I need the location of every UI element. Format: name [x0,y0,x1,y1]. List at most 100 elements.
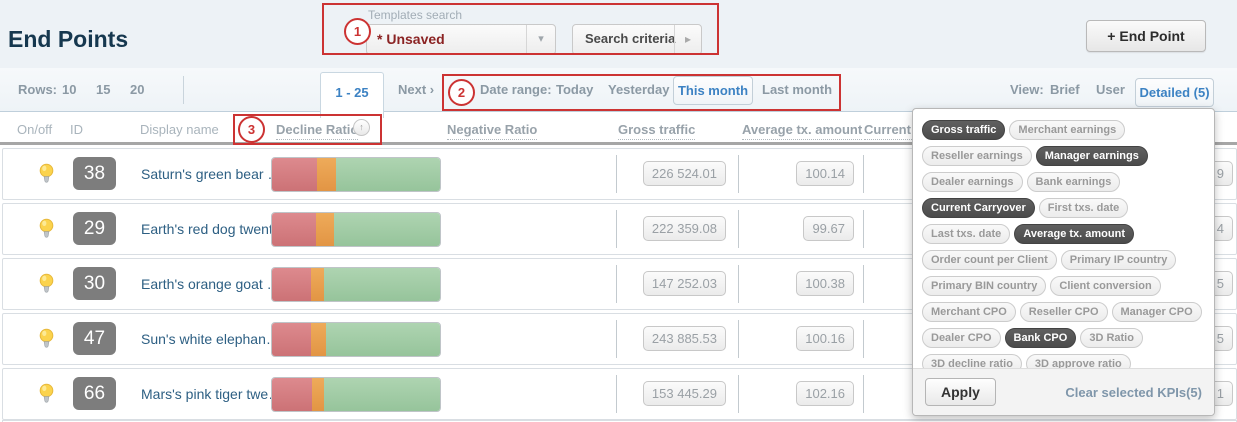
approve-segment [336,158,440,191]
add-end-point-button[interactable]: + End Point [1086,20,1206,52]
view-detailed-selected[interactable]: Detailed (5) [1135,78,1214,107]
date-range-this-month-selected[interactable]: This month [673,76,753,105]
pending-segment [316,213,334,246]
kpi-tag-primary-bin-country[interactable]: Primary BIN country [922,276,1046,296]
endpoint-display-name[interactable]: Earth's red dog twenty [141,221,280,237]
on-off-lightbulb-icon[interactable] [39,328,54,355]
kpi-tag-reseller-cpo[interactable]: Reseller CPO [1020,302,1108,322]
rows-option-10[interactable]: 10 [62,82,76,97]
column-header-negative-ratio[interactable]: Negative Ratio [447,122,537,140]
endpoint-display-name[interactable]: Sun's white elephan… [141,331,280,347]
decline-ratio-bar [271,267,441,302]
sort-up-arrow-icon[interactable]: ↑ [353,119,370,136]
on-off-lightbulb-icon[interactable] [39,163,54,190]
search-criteria-button[interactable]: Search criteria ▸ [572,24,702,55]
kpi-tag-last-txs-date[interactable]: Last txs. date [922,224,1010,244]
endpoint-display-name[interactable]: Earth's orange goat … [141,276,281,292]
kpi-tag-average-tx-amount[interactable]: Average tx. amount [1014,224,1134,244]
column-header-display-name: Display name [140,122,219,137]
cell-divider [863,320,864,358]
apply-button[interactable]: Apply [925,378,996,406]
kpi-tag-bank-earnings[interactable]: Bank earnings [1027,172,1121,192]
kpi-tag-current-carryover[interactable]: Current Carryover [922,198,1035,218]
approve-segment [334,213,440,246]
templates-search-dropdown[interactable]: * Unsaved ▾ [366,24,556,55]
rows-option-15[interactable]: 15 [96,82,110,97]
kpi-tag-manager-cpo[interactable]: Manager CPO [1112,302,1202,322]
endpoint-display-name[interactable]: Mars's pink tiger twe… [141,386,282,402]
kpi-tag-dealer-earnings[interactable]: Dealer earnings [922,172,1023,192]
kpi-tag-3d-decline-ratio[interactable]: 3D decline ratio [922,354,1022,369]
chevron-down-icon[interactable]: ▾ [526,25,555,54]
pending-segment [311,268,324,301]
date-range-last-month[interactable]: Last month [762,82,832,97]
templates-search-label: Templates search [368,8,462,22]
on-off-lightbulb-icon[interactable] [39,273,54,300]
decline-segment [272,268,311,301]
on-off-lightbulb-icon[interactable] [39,383,54,410]
kpi-tag-manager-earnings[interactable]: Manager earnings [1036,146,1148,166]
cell-divider [616,265,617,303]
view-brief[interactable]: Brief [1050,82,1080,97]
clear-selected-kpis-link[interactable]: Clear selected KPIs(5) [1065,385,1202,400]
search-criteria-label: Search criteria [585,31,675,46]
kpi-tag-first-txs-date[interactable]: First txs. date [1039,198,1129,218]
cell-divider [863,265,864,303]
kpi-tag-3d-ratio[interactable]: 3D Ratio [1080,328,1143,348]
endpoint-id-badge: 47 [73,322,116,355]
pagination-next-link[interactable]: Next › [398,82,434,97]
column-header-average-tx-amount[interactable]: Average tx. amount [742,122,862,140]
kpi-panel-footer: Apply Clear selected KPIs(5) [913,368,1214,415]
date-range-today[interactable]: Today [556,82,593,97]
gross-traffic-value: 147 252.03 [643,271,726,296]
cell-divider [863,155,864,193]
decline-ratio-bar [271,377,441,412]
approve-segment [326,323,440,356]
templates-search-selected: * Unsaved [377,31,445,47]
decline-segment [272,323,311,356]
decline-ratio-bar [271,322,441,357]
date-range-label: Date range: [480,82,552,97]
column-header-decline-ratio[interactable]: Decline Ratio [276,122,358,140]
cell-divider [738,210,739,248]
pending-segment [317,158,335,191]
kpi-tag-gross-traffic[interactable]: Gross traffic [922,120,1005,140]
gross-traffic-value: 243 885.53 [643,326,726,351]
view-user[interactable]: User [1096,82,1125,97]
cell-divider [616,375,617,413]
decline-segment [272,378,312,411]
gross-traffic-value: 222 359.08 [643,216,726,241]
kpi-tag-merchant-cpo[interactable]: Merchant CPO [922,302,1016,322]
kpi-tag-bank-cpo[interactable]: Bank CPO [1005,328,1077,348]
kpi-tag-reseller-earnings[interactable]: Reseller earnings [922,146,1032,166]
kpi-tag-dealer-cpo[interactable]: Dealer CPO [922,328,1001,348]
cell-divider [738,265,739,303]
date-range-yesterday[interactable]: Yesterday [608,82,669,97]
kpi-tag-primary-ip-country[interactable]: Primary IP country [1061,250,1177,270]
kpi-tag-merchant-earnings[interactable]: Merchant earnings [1009,120,1125,140]
endpoint-id-badge: 29 [73,212,116,245]
decline-segment [272,213,316,246]
on-off-lightbulb-icon[interactable] [39,218,54,245]
kpi-tag-order-count-per-client[interactable]: Order count per Client [922,250,1057,270]
endpoint-display-name[interactable]: Saturn's green bear … [141,166,281,182]
gross-traffic-value: 153 445.29 [643,381,726,406]
approve-segment [324,268,440,301]
chevron-right-icon[interactable]: ▸ [674,25,701,54]
rows-option-20[interactable]: 20 [130,82,144,97]
kpi-tag-list: Gross trafficMerchant earnings Reseller e… [913,109,1214,369]
view-label: View: [1010,82,1044,97]
rows-per-page-label: Rows: [18,82,57,97]
average-tx-amount-value: 102.16 [796,381,854,406]
endpoint-id-badge: 38 [73,157,116,190]
decline-ratio-bar [271,212,441,247]
column-header-gross-traffic[interactable]: Gross traffic [618,122,695,140]
cell-divider [738,155,739,193]
kpi-tag-3d-approve-ratio[interactable]: 3D approve ratio [1026,354,1131,369]
pagination-current-range[interactable]: 1 - 25 [320,72,384,118]
gross-traffic-value: 226 524.01 [643,161,726,186]
average-tx-amount-value: 100.16 [796,326,854,351]
toolbar-divider [183,76,184,104]
kpi-tag-client-conversion[interactable]: Client conversion [1050,276,1160,296]
average-tx-amount-value: 99.67 [803,216,854,241]
